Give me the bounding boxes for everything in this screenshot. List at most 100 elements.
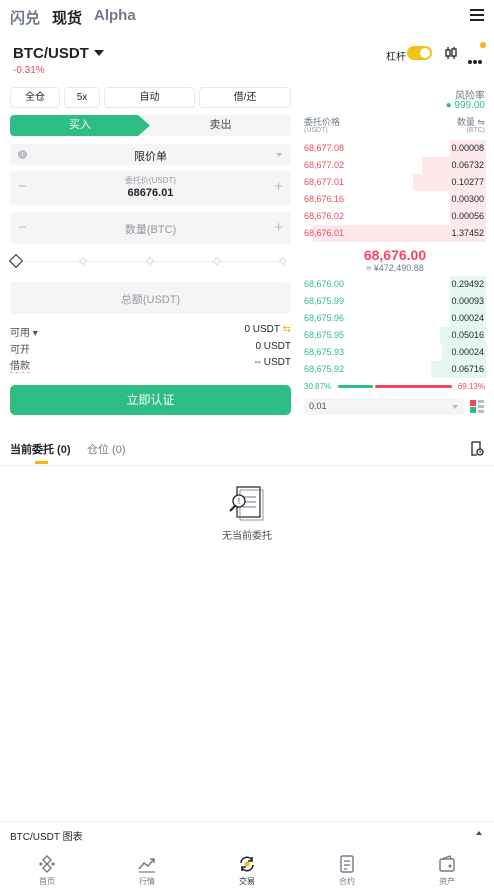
nav-trade[interactable]: 交易 <box>217 846 277 891</box>
ask-qty: 0.10277 <box>451 177 484 187</box>
bid-qty: 0.00024 <box>451 313 484 323</box>
bid-price: 68,675.96 <box>304 313 345 323</box>
more-icon[interactable] <box>468 51 484 64</box>
borrow-repay-button[interactable]: 借/还 <box>199 87 291 108</box>
bid-row[interactable]: 68,675.99 0.00093 <box>304 293 486 310</box>
ask-row[interactable]: 68,676.02 0.00056 <box>304 208 486 225</box>
bid-qty: 0.29492 <box>451 279 484 289</box>
tab-spot[interactable]: 现货 <box>52 7 82 28</box>
slider-tick[interactable] <box>78 256 88 266</box>
openable-label: 可开 <box>10 345 30 356</box>
slider-tick[interactable] <box>145 256 155 266</box>
ask-row[interactable]: 68,677.01 0.10277 <box>304 174 486 191</box>
price-column-unit: (USDT) <box>304 127 328 134</box>
openable-row: 可开 0 USDT <box>10 341 291 356</box>
home-icon <box>39 855 55 873</box>
qty-plus-button[interactable]: + <box>274 219 283 236</box>
leverage-button[interactable]: 5x <box>64 87 100 108</box>
chevron-down-icon <box>452 405 458 409</box>
ask-price: 68,677.01 <box>304 177 345 187</box>
book-view-icon[interactable] <box>470 400 484 413</box>
price-value[interactable]: 68676.01 <box>10 187 291 199</box>
active-tab-indicator <box>35 461 48 464</box>
openable-value: 0 USDT <box>255 341 291 352</box>
order-history-icon[interactable] <box>470 441 484 456</box>
tab-convert[interactable]: 闪兑 <box>10 7 40 28</box>
ask-price: 68,677.02 <box>304 160 345 170</box>
tab-positions[interactable]: 仓位 (0) <box>87 441 126 457</box>
ask-qty: 1.37452 <box>451 228 484 238</box>
futures-icon <box>340 855 354 873</box>
price-label: 委托价(USDT) <box>124 176 177 185</box>
auto-borrow-button[interactable]: 自动 <box>104 87 195 108</box>
buy-ratio-bar <box>338 385 373 388</box>
bid-price: 68,675.99 <box>304 296 345 306</box>
order-type-select[interactable]: i 限价单 <box>10 144 291 165</box>
empty-state-text: 无当前委托 <box>222 531 272 542</box>
swap-icon: ⇋ <box>477 117 485 127</box>
price-plus-button[interactable]: + <box>274 178 283 195</box>
bid-row[interactable]: 68,675.96 0.00024 <box>304 310 486 327</box>
ask-row[interactable]: 68,676.16 0.00300 <box>304 191 486 208</box>
slider-tick[interactable] <box>278 256 288 266</box>
depth-select[interactable]: 0.01 <box>304 398 464 415</box>
tab-alpha[interactable]: Alpha <box>94 7 136 24</box>
nav-markets[interactable]: 行情 <box>117 846 177 891</box>
slider-tick[interactable] <box>212 256 222 266</box>
nav-home[interactable]: 首页 <box>17 846 77 891</box>
sell-ratio-bar <box>375 385 452 388</box>
available-label[interactable]: 可用 ▾ <box>10 324 38 339</box>
bid-price: 68,675.95 <box>304 330 345 340</box>
ask-row[interactable]: 68,677.02 0.06732 <box>304 157 486 174</box>
buy-tab[interactable]: 买入 <box>10 115 150 136</box>
total-placeholder: 总额(USDT) <box>120 294 181 306</box>
divider <box>0 465 494 466</box>
last-price-fiat: ≈ ¥472,490.88 <box>366 263 424 273</box>
tab-open-orders[interactable]: 当前委托 (0) <box>10 441 71 457</box>
borrowed-row: 借款 -- USDT <box>10 357 291 373</box>
quantity-input[interactable]: − 数量(BTC) + <box>10 212 291 244</box>
bid-row[interactable]: 68,675.92 0.06716 <box>304 361 486 378</box>
chart-toggle-bar[interactable]: BTC/USDT 图表 <box>0 821 494 845</box>
total-input[interactable]: 总额(USDT) <box>10 282 291 314</box>
ask-price: 68,676.16 <box>304 194 345 204</box>
chevron-down-icon <box>276 153 282 157</box>
ask-row[interactable]: 68,677.08 0.00008 <box>304 140 486 157</box>
bid-row[interactable]: 68,675.95 0.05016 <box>304 327 486 344</box>
bid-row[interactable]: 68,676.00 0.29492 <box>304 276 486 293</box>
pair-selector[interactable]: BTC/USDT <box>13 45 104 62</box>
borrowed-value: -- USDT <box>254 357 291 368</box>
chevron-up-icon <box>476 831 482 835</box>
amount-slider[interactable] <box>8 253 288 269</box>
ask-price: 68,676.02 <box>304 211 345 221</box>
slider-handle[interactable] <box>8 253 24 269</box>
leverage-toggle[interactable] <box>407 46 432 60</box>
transfer-icon[interactable]: ⇆ <box>283 324 291 335</box>
empty-document-icon: ! <box>229 486 264 521</box>
chart-toggle-label: BTC/USDT 图表 <box>10 832 83 843</box>
sell-tab[interactable]: 卖出 <box>150 115 291 136</box>
sell-ratio: 69.13% <box>457 382 485 391</box>
risk-rate-value: ● 999.00 <box>445 100 485 111</box>
last-price[interactable]: 68,676.00 <box>304 247 486 263</box>
pair-change: -0.31% <box>13 65 45 76</box>
trade-icon <box>240 856 254 872</box>
bid-qty: 0.05016 <box>451 330 484 340</box>
margin-mode-button[interactable]: 全仓 <box>10 87 60 108</box>
menu-icon[interactable] <box>470 9 484 21</box>
nav-assets[interactable]: 资产 <box>417 846 477 891</box>
bid-price: 68,676.00 <box>304 279 345 289</box>
ask-price: 68,676.01 <box>304 228 345 238</box>
bid-qty: 0.00093 <box>451 296 484 306</box>
verify-button[interactable]: 立即认证 <box>10 385 291 415</box>
borrowed-label[interactable]: 借款 <box>10 357 30 373</box>
price-input[interactable]: − 委托价(USDT) 68676.01 + <box>10 171 291 205</box>
ask-row[interactable]: 68,676.01 1.37452 <box>304 225 486 242</box>
bid-row[interactable]: 68,675.93 0.00024 <box>304 344 486 361</box>
bid-price: 68,675.92 <box>304 364 345 374</box>
bid-price: 68,675.93 <box>304 347 345 357</box>
candlestick-icon[interactable] <box>444 46 458 60</box>
nav-futures[interactable]: 合约 <box>317 846 377 891</box>
depth-value: 0.01 <box>309 401 327 411</box>
qty-column-unit: (BTC) <box>466 127 485 134</box>
